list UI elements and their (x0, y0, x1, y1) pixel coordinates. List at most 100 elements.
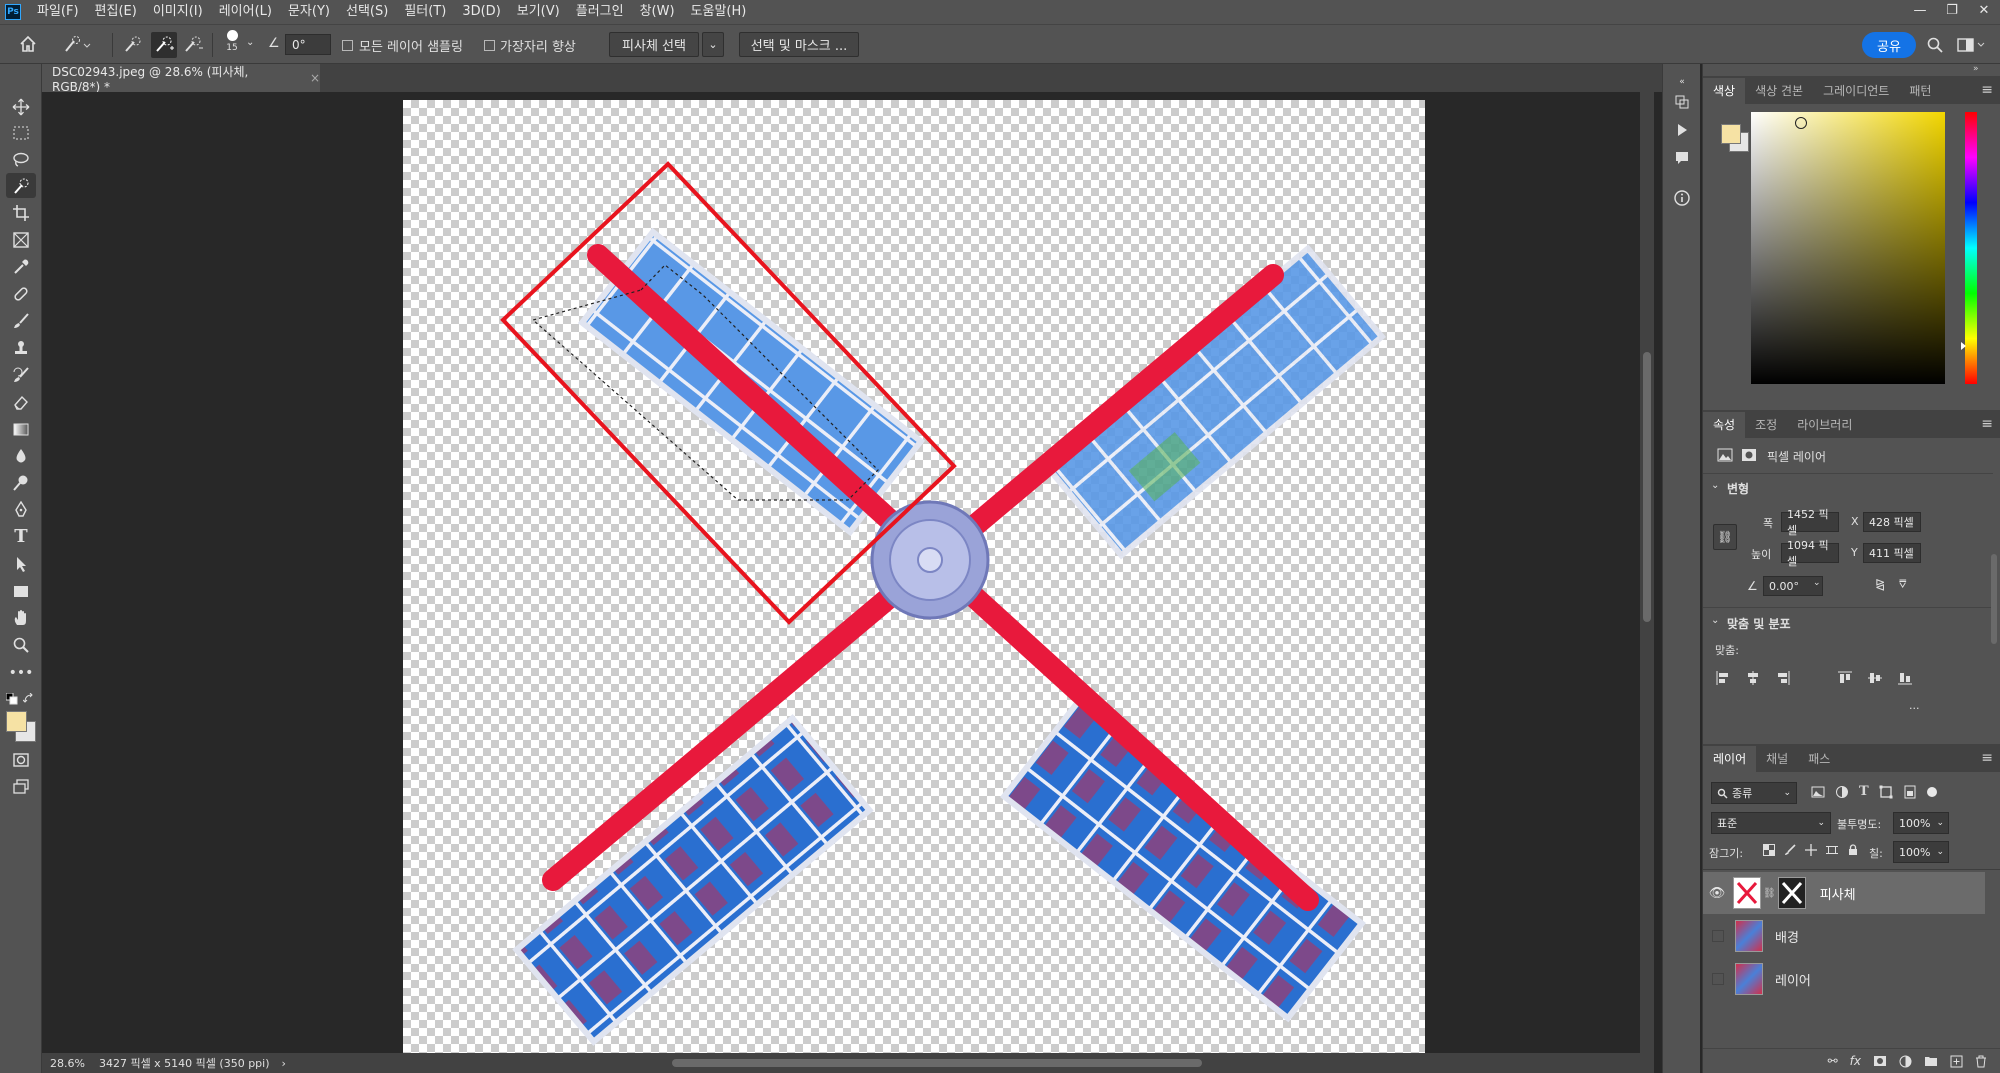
blend-mode-select[interactable]: 표준 ⌄ (1711, 812, 1831, 834)
foreground-color-swatch[interactable] (6, 711, 27, 732)
tab-adjustments[interactable]: 조정 (1745, 412, 1787, 438)
lock-artboard-icon[interactable] (1826, 844, 1838, 856)
chevron-down-icon[interactable]: ⌄ (246, 37, 254, 48)
layer-row-background[interactable]: 배경 (1703, 915, 1985, 957)
menu-layer[interactable]: 레이어(L) (211, 0, 280, 24)
horizontal-scroll-thumb[interactable] (672, 1059, 1202, 1067)
lasso-tool-icon[interactable] (6, 147, 36, 172)
tab-gradients[interactable]: 그레이디언트 (1813, 78, 1899, 104)
tab-swatches[interactable]: 색상 견본 (1745, 78, 1813, 104)
quick-mask-icon[interactable] (6, 747, 36, 772)
zoom-tool-icon[interactable] (6, 632, 36, 657)
status-menu-arrow[interactable]: › (282, 1057, 286, 1070)
layer-name[interactable]: 피사체 (1820, 884, 1856, 903)
document-tab[interactable]: DSC02943.jpeg @ 28.6% (피사체, RGB/8*) * × (42, 64, 320, 94)
menu-type[interactable]: 문자(Y) (280, 0, 338, 24)
tab-properties[interactable]: 속성 (1703, 412, 1746, 438)
menu-select[interactable]: 선택(S) (338, 0, 396, 24)
vertical-scrollbar[interactable] (1640, 92, 1654, 1053)
link-layers-icon[interactable]: ⚯ (1828, 1054, 1838, 1068)
eraser-tool-icon[interactable] (6, 389, 36, 414)
layer-row-subject[interactable]: 👁 ⛓ 피사체 (1703, 872, 1985, 914)
tab-channels[interactable]: 채널 (1756, 746, 1798, 772)
menu-filter[interactable]: 필터(T) (396, 0, 454, 24)
menu-window[interactable]: 창(W) (632, 0, 683, 24)
lock-all-icon[interactable] (1847, 844, 1859, 856)
align-middle-v-icon[interactable] (1867, 670, 1883, 686)
quick-selection-tool-icon[interactable] (6, 173, 36, 198)
select-and-mask-button[interactable]: 선택 및 마스크 ... (739, 32, 859, 57)
hand-tool-icon[interactable] (6, 605, 36, 630)
zoom-level[interactable]: 28.6% (50, 1057, 85, 1070)
info-icon[interactable] (1672, 188, 1692, 208)
align-left-icon[interactable] (1715, 670, 1731, 686)
sample-all-layers-checkbox[interactable] (342, 40, 353, 51)
properties-scrollbar[interactable] (1990, 484, 1998, 784)
layer-mask-icon[interactable] (1741, 448, 1757, 462)
quick-selection-preset-icon[interactable] (62, 35, 92, 55)
crop-tool-icon[interactable] (6, 200, 36, 225)
close-button[interactable]: ✕ (1968, 0, 2000, 24)
screen-mode-icon[interactable] (6, 774, 36, 799)
fill-input[interactable]: 100% ⌄ (1893, 841, 1949, 863)
align-right-icon[interactable] (1775, 670, 1791, 686)
opacity-input[interactable]: 100% ⌄ (1893, 812, 1949, 834)
panel-menu-icon[interactable]: ≡ (1981, 416, 1993, 432)
color-picker-field[interactable] (1751, 112, 1945, 384)
lock-pixels-icon[interactable] (1784, 844, 1796, 856)
new-group-icon[interactable] (1924, 1055, 1938, 1067)
history-panel-icon[interactable] (1672, 92, 1692, 112)
color-picker-cursor[interactable] (1795, 117, 1807, 129)
filter-toggle-icon[interactable] (1926, 786, 1937, 797)
menu-edit[interactable]: 편집(E) (87, 0, 145, 24)
marquee-tool-icon[interactable] (6, 120, 36, 145)
clone-stamp-tool-icon[interactable] (6, 335, 36, 360)
more-options-icon[interactable]: ··· (1909, 702, 1920, 715)
layer-mask-thumbnail[interactable] (1777, 877, 1806, 909)
chevron-down-icon[interactable]: ⌄ (1711, 480, 1719, 491)
close-tab-icon[interactable]: × (310, 71, 320, 85)
home-icon[interactable] (18, 34, 38, 54)
brush-tool-icon[interactable] (6, 308, 36, 333)
frame-tool-icon[interactable] (6, 227, 36, 252)
type-tool-icon[interactable]: T (6, 524, 36, 549)
menu-help[interactable]: 도움말(H) (683, 0, 755, 24)
enhance-edge-checkbox[interactable] (484, 40, 495, 51)
menu-file[interactable]: 파일(F) (29, 0, 87, 24)
share-button[interactable]: 공유 (1862, 32, 1916, 58)
comments-icon[interactable] (1672, 148, 1692, 168)
link-icon[interactable]: ⛓ (1713, 524, 1737, 550)
adjustment-layer-icon[interactable] (1899, 1055, 1912, 1068)
layer-filter-select[interactable]: 종류 ⌄ (1711, 782, 1797, 804)
menu-image[interactable]: 이미지(I) (145, 0, 211, 24)
select-subject-dropdown[interactable]: ⌄ (702, 32, 724, 57)
height-input[interactable]: 1094 픽셀 (1781, 539, 1839, 568)
chevron-down-icon[interactable]: ⌄ (1711, 615, 1719, 626)
rectangle-tool-icon[interactable] (6, 578, 36, 603)
layer-name[interactable]: 레이어 (1775, 970, 1811, 989)
delete-layer-icon[interactable] (1975, 1055, 1987, 1068)
y-input[interactable]: 411 픽셀 (1863, 543, 1921, 563)
visibility-toggle[interactable] (1712, 930, 1724, 942)
lock-transparent-icon[interactable] (1763, 844, 1775, 856)
flip-horizontal-icon[interactable]: ⧎ (1875, 577, 1885, 591)
eye-icon[interactable]: 👁 (1703, 886, 1731, 901)
subtract-from-selection-icon[interactable] (182, 35, 204, 55)
document-canvas[interactable] (403, 100, 1425, 1053)
collapse-panels-icon[interactable]: » (1973, 64, 1979, 74)
brush-size-picker[interactable]: 15 (222, 30, 242, 53)
angle-input[interactable]: 0° (285, 34, 331, 55)
chain-link-icon[interactable]: ⛓ (1763, 888, 1776, 899)
eyedropper-tool-icon[interactable] (6, 254, 36, 279)
tab-layers[interactable]: 레이어 (1703, 746, 1757, 772)
chevron-down-icon[interactable]: ⌄ (1813, 578, 1821, 588)
gradient-tool-icon[interactable] (6, 416, 36, 441)
blur-tool-icon[interactable] (6, 443, 36, 468)
menu-3d[interactable]: 3D(D) (454, 0, 508, 24)
layer-row-layer[interactable]: 레이어 (1703, 958, 1985, 1000)
align-center-h-icon[interactable] (1745, 670, 1761, 686)
tab-libraries[interactable]: 라이브러리 (1787, 412, 1862, 438)
layer-name[interactable]: 배경 (1775, 927, 1799, 946)
align-top-icon[interactable] (1837, 670, 1853, 686)
new-layer-icon[interactable] (1950, 1055, 1963, 1068)
